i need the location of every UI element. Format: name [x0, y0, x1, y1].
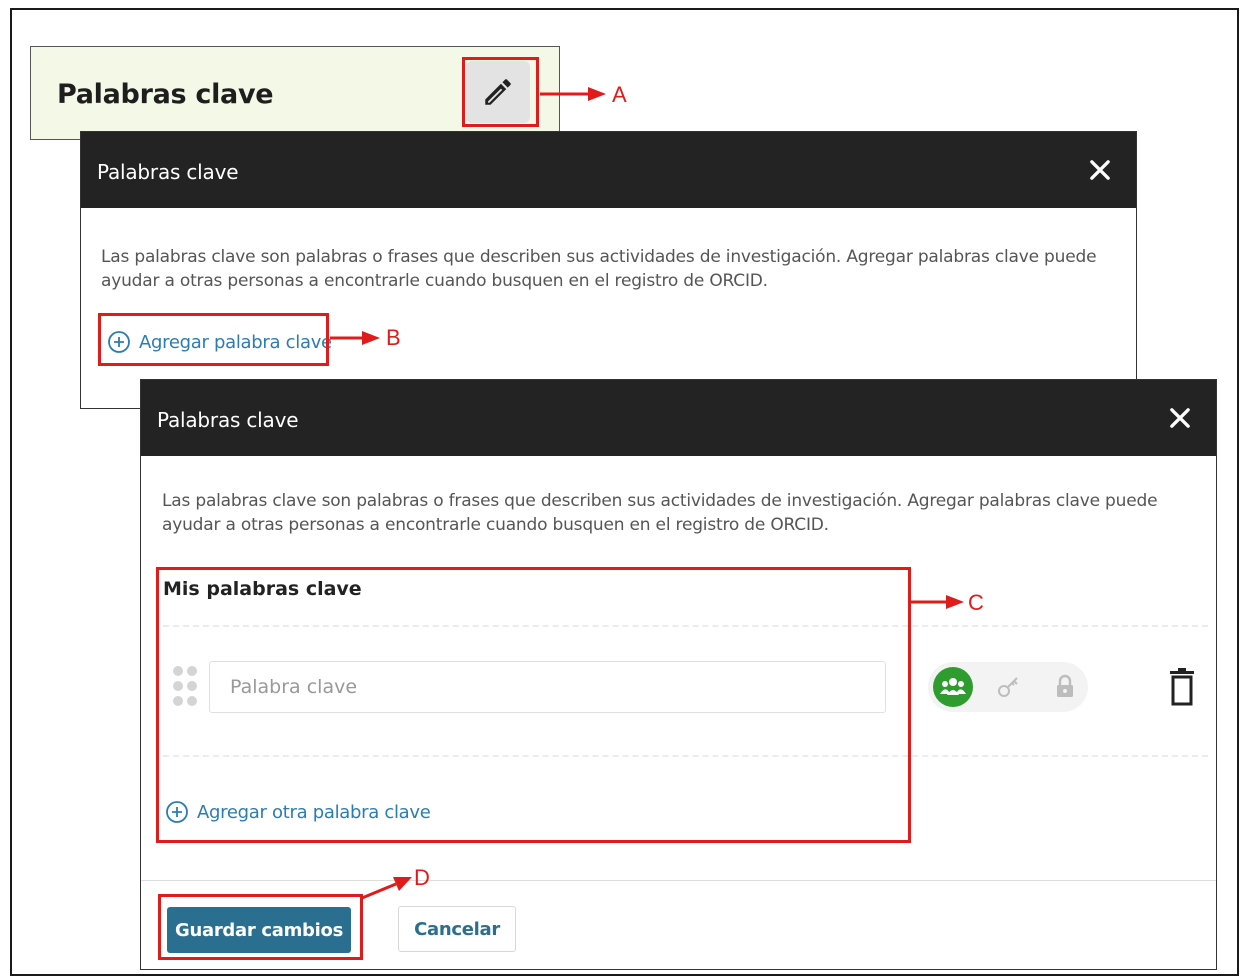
plus-circle-icon [108, 331, 130, 353]
add-keyword-link[interactable]: Agregar palabra clave [107, 330, 332, 354]
cancel-button[interactable]: Cancelar [398, 906, 516, 952]
dialog-description: Las palabras clave son palabras o frases… [162, 491, 1158, 535]
add-another-keyword-link[interactable]: Agregar otra palabra clave [165, 800, 431, 824]
add-another-keyword-label: Agregar otra palabra clave [197, 801, 431, 823]
keywords-section-card: Palabras clave [30, 46, 560, 140]
dialog-title: Palabras clave [157, 408, 299, 432]
dialog-header: Palabras clave [141, 380, 1216, 456]
keywords-dialog-edit: Palabras clave Las palabras clave son pa… [140, 379, 1217, 970]
annotation-label-b: B [386, 325, 401, 350]
visibility-private-button[interactable] [1045, 667, 1085, 707]
annotation-label-d: D [414, 865, 430, 890]
key-icon [998, 677, 1018, 697]
dialog-title: Palabras clave [97, 160, 239, 184]
pencil-icon [485, 79, 511, 105]
plus-circle-icon [166, 801, 188, 823]
dialog-header: Palabras clave [81, 132, 1136, 208]
close-icon[interactable] [1166, 404, 1194, 432]
footer-divider [141, 880, 1216, 881]
divider [163, 755, 1208, 757]
visibility-selector [928, 662, 1088, 712]
add-keyword-label: Agregar palabra clave [139, 331, 332, 353]
save-button[interactable]: Guardar cambios [167, 907, 351, 953]
my-keywords-title: Mis palabras clave [163, 578, 362, 600]
dialog-description: Las palabras clave son palabras o frases… [101, 247, 1097, 291]
visibility-everyone-button[interactable] [933, 667, 973, 707]
annotation-label-a: A [612, 82, 627, 107]
edit-keywords-button[interactable] [466, 61, 530, 123]
keywords-dialog-initial: Palabras clave Las palabras clave son pa… [80, 131, 1137, 409]
keyword-input[interactable] [209, 661, 886, 713]
everyone-icon [940, 678, 966, 695]
section-title: Palabras clave [57, 79, 274, 110]
close-icon[interactable] [1086, 156, 1114, 184]
drag-handle-icon[interactable] [171, 664, 199, 708]
annotation-label-c: C [968, 590, 984, 615]
lock-icon [1057, 674, 1073, 697]
divider [163, 625, 1208, 627]
trash-icon[interactable] [1167, 667, 1197, 707]
visibility-trusted-button[interactable] [989, 667, 1029, 707]
